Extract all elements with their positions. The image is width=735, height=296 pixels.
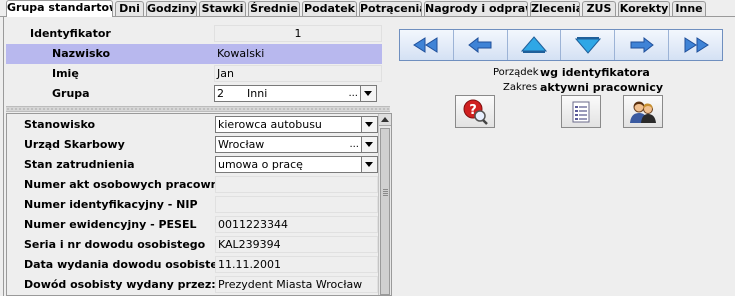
tab-zlecenia[interactable]: Zlecenia [530, 1, 580, 16]
tab-srednie[interactable]: Średnie [248, 1, 300, 16]
nazwisko-field[interactable]: Kowalski [214, 45, 382, 62]
data-wydania-label: Data wydania dowodu osobistego [24, 258, 234, 271]
wydany-przez-label: Dowód osobisty wydany przez: [24, 278, 216, 291]
move-down-button[interactable] [561, 30, 616, 60]
last-record-button[interactable] [669, 30, 722, 60]
pesel-field[interactable]: 0011223344 [215, 216, 378, 233]
chevron-down-icon[interactable] [360, 86, 376, 101]
urzad-value: Wrocław [218, 138, 265, 151]
nazwisko-row: Nazwisko Kowalski [6, 44, 382, 64]
identyfikator-field: 1 [214, 25, 382, 42]
tab-zus[interactable]: ZUS [582, 1, 616, 16]
search-help-button[interactable]: ? [455, 95, 495, 128]
navigation-panel: Porządek wg identyfikatora Zakres aktywn… [393, 22, 735, 296]
details-scrollbar[interactable] [378, 114, 391, 295]
stan-value: umowa o pracę [218, 158, 303, 171]
nip-row: Numer identyfikacyjny - NIP [7, 195, 378, 215]
stanowisko-label: Stanowisko [24, 118, 96, 131]
previous-icon [468, 37, 492, 53]
wydany-przez-row: Dowód osobisty wydany przez: Prezydent M… [7, 275, 378, 295]
next-icon [630, 37, 654, 53]
grupa-name: Inni [247, 87, 268, 100]
scroll-thumb[interactable] [380, 128, 390, 295]
last-icon [684, 37, 709, 53]
first-record-button[interactable] [400, 30, 454, 60]
identyfikator-label: Identyfikator [30, 27, 111, 40]
first-icon [413, 37, 438, 53]
tab-podatek[interactable]: Podatek [302, 1, 357, 16]
move-up-button[interactable] [507, 30, 562, 60]
search-help-icon: ? [463, 99, 488, 125]
stan-label: Stan zatrudnienia [24, 158, 135, 171]
tab-stawki[interactable]: Stawki [199, 1, 246, 16]
identyfikator-row: Identyfikator 1 [6, 24, 382, 44]
akt-row: Numer akt osobowych pracownika [7, 175, 378, 195]
stanowisko-combo[interactable]: kierowca autobusu [215, 116, 378, 133]
data-wydania-field[interactable]: 11.11.2001 [215, 256, 378, 273]
scroll-up-icon[interactable] [379, 114, 391, 126]
down-icon [574, 37, 601, 54]
dowod-row: Seria i nr dowodu osobistego KAL239394 [7, 235, 378, 255]
tab-godziny[interactable]: Godziny [146, 1, 197, 16]
data-wydania-row: Data wydania dowodu osobistego 11.11.200… [7, 255, 378, 275]
urzad-browse-button[interactable]: ... [349, 137, 359, 152]
details-panel: Stanowisko kierowca autobusu Urząd Skarb… [6, 113, 392, 296]
tab-grupa-standartowa[interactable]: Grupa standartowa [6, 0, 113, 17]
chevron-down-icon[interactable] [361, 157, 377, 172]
urzad-label: Urząd Skarbowy [24, 138, 125, 151]
tab-inne[interactable]: Inne [672, 1, 706, 16]
grupa-code: 2 [217, 87, 224, 100]
users-button[interactable] [623, 95, 663, 128]
urzad-combo[interactable]: Wrocław ... [215, 136, 378, 153]
stanowisko-row: Stanowisko kierowca autobusu [7, 115, 378, 135]
tab-potracenia[interactable]: Potrącenia [359, 1, 422, 16]
urzad-row: Urząd Skarbowy Wrocław ... [7, 135, 378, 155]
imie-label: Imię [52, 67, 79, 80]
imie-field[interactable]: Jan [214, 65, 382, 82]
zakres-label: Zakres [503, 82, 538, 93]
chevron-down-icon[interactable] [361, 117, 377, 132]
porzadek-label: Porządek [493, 67, 539, 78]
panel-splitter[interactable] [6, 106, 390, 112]
tab-korekty[interactable]: Korekty [618, 1, 670, 16]
pesel-label: Numer ewidencyjny - PESEL [24, 218, 197, 231]
nazwisko-label: Nazwisko [52, 47, 111, 60]
grupa-browse-button[interactable]: ... [348, 86, 358, 101]
tab-bar: Grupa standartowa Dni Godziny Stawki Śre… [0, 0, 735, 17]
imie-row: Imię Jan [6, 64, 382, 84]
akt-label: Numer akt osobowych pracownika [24, 178, 237, 191]
pesel-row: Numer ewidencyjny - PESEL 0011223344 [7, 215, 378, 235]
akt-field[interactable] [215, 176, 378, 193]
up-icon [521, 36, 548, 53]
nip-field[interactable] [215, 196, 378, 213]
chevron-down-icon[interactable] [361, 137, 377, 152]
stan-row: Stan zatrudnienia umowa o pracę [7, 155, 378, 175]
grupa-row: Grupa 2 Inni ... [6, 84, 382, 104]
basic-data-panel: Identyfikator 1 Nazwisko Kowalski Imię J… [6, 22, 382, 106]
grupa-combo[interactable]: 2 Inni ... [214, 85, 377, 102]
list-button[interactable] [561, 95, 601, 128]
tab-nagrody[interactable]: Nagrody i odprawy [424, 1, 528, 16]
wydany-przez-field[interactable]: Prezydent Miasta Wrocław [215, 276, 378, 293]
grupa-label: Grupa [52, 87, 90, 100]
next-record-button[interactable] [615, 30, 670, 60]
record-navigation-bar [399, 29, 723, 61]
list-icon [572, 101, 590, 122]
nip-label: Numer identyfikacyjny - NIP [24, 198, 198, 211]
dowod-field[interactable]: KAL239394 [215, 236, 378, 253]
dowod-label: Seria i nr dowodu osobistego [24, 238, 206, 251]
stan-combo[interactable]: umowa o pracę [215, 156, 378, 173]
zakres-value: aktywni pracownicy [540, 81, 664, 94]
tab-dni[interactable]: Dni [115, 1, 144, 16]
stanowisko-value: kierowca autobusu [218, 118, 322, 131]
users-icon [630, 101, 656, 123]
previous-record-button[interactable] [453, 30, 508, 60]
porzadek-value: wg identyfikatora [540, 66, 650, 79]
